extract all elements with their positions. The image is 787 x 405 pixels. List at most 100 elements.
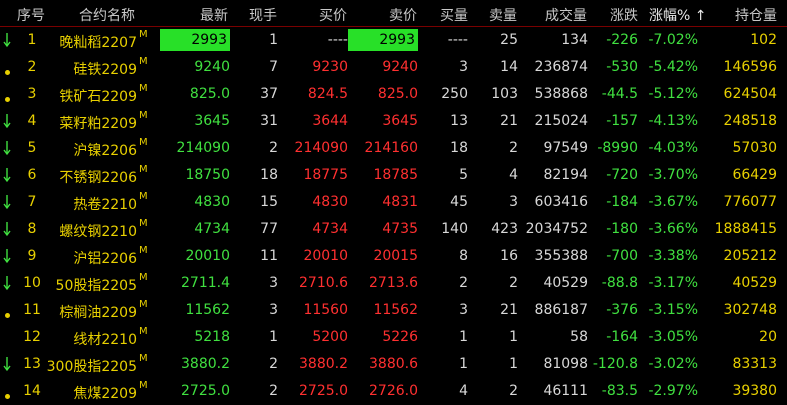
cell-volume: 236874	[534, 59, 588, 75]
table-row[interactable]: 4 菜籽粕2209 M 3645 31 3644 3645 13 21 215024 -157 -4.…	[0, 108, 787, 135]
cell-bid-vol: 45	[450, 194, 468, 210]
table-row[interactable]: 7 热卷2210 M 4830 15 4830 4831 45 3 603416 -184 -3.67…	[0, 189, 787, 216]
contract-name[interactable]: 沪铝2206	[73, 248, 137, 268]
col-name-header[interactable]: 合约名称	[79, 5, 135, 25]
cell-last: 2993	[160, 29, 230, 51]
cell-volume: 46111	[543, 383, 588, 399]
col-bid-header[interactable]: 买价	[319, 5, 347, 25]
table-row[interactable]: 9 沪铝2206 M 20010 11 20010 20015 8 16 355388 -700 -3…	[0, 243, 787, 270]
table-row[interactable]: 10 50股指2205 M 2711.4 3 2710.6 2713.6 2 2 40529 -88…	[0, 270, 787, 297]
main-contract-flag: M	[139, 326, 148, 337]
cell-ask-vol: 21	[500, 113, 518, 129]
cell-ask: 4831	[382, 194, 418, 210]
table-row[interactable]: 13 300股指2205 M 3880.2 2 3880.2 3880.6 1 1 81098 -1…	[0, 351, 787, 378]
col-ask-header[interactable]: 卖价	[389, 5, 417, 25]
row-seq: 9	[27, 248, 37, 264]
cell-change: -88.8	[601, 275, 638, 291]
cell-ask: 9240	[382, 59, 418, 75]
contract-name[interactable]: 线材2210	[73, 329, 137, 349]
cell-bid-vol: 1	[459, 356, 468, 372]
table-row[interactable]: 2 硅铁2209 M 9240 7 9230 9240 3 14 236874 -530 -5.42%…	[0, 54, 787, 81]
main-contract-flag: M	[139, 83, 148, 94]
main-contract-flag: M	[139, 191, 148, 202]
cell-bid-vol: 250	[441, 86, 468, 102]
cell-pct: -5.12%	[648, 86, 698, 102]
cell-ask-vol: 14	[500, 59, 518, 75]
col-volnow-header[interactable]: 现手	[249, 5, 277, 25]
cell-volume: 603416	[534, 194, 588, 210]
col-volume-header[interactable]: 成交量	[545, 5, 587, 25]
table-row[interactable]: 5 沪镍2206 M 214090 2 214090 214160 18 2 97549 -8990…	[0, 135, 787, 162]
contract-name[interactable]: 螺纹钢2210	[59, 221, 137, 241]
cell-volume: 886187	[534, 302, 588, 318]
cell-pct: -2.97%	[648, 383, 698, 399]
down-arrow-icon	[2, 139, 12, 157]
row-seq: 1	[27, 32, 37, 48]
table-row[interactable]: 12 线材2210 M 5218 1 5200 5226 1 1 58 -164 -3.05% 20	[0, 324, 787, 351]
col-pct-header[interactable]: 涨幅% ↑	[649, 5, 707, 25]
cell-change: -83.5	[601, 383, 638, 399]
contract-name[interactable]: 热卷2210	[73, 194, 137, 214]
cell-vol-now: 11	[260, 248, 278, 264]
cell-change: -8990	[597, 140, 638, 156]
cell-pct: -7.02%	[648, 32, 698, 48]
cell-oi: 205212	[723, 248, 777, 264]
cell-pct: -4.03%	[648, 140, 698, 156]
col-change-header[interactable]: 涨跌	[610, 5, 638, 25]
contract-name[interactable]: 硅铁2209	[73, 59, 137, 79]
cell-bid-vol: 2	[459, 275, 468, 291]
cell-volume: 97549	[543, 140, 588, 156]
col-askvol-header[interactable]: 卖量	[489, 5, 517, 25]
cell-last: 18750	[185, 167, 230, 183]
contract-name[interactable]: 300股指2205	[47, 356, 137, 376]
cell-ask-vol: 21	[500, 302, 518, 318]
cell-ask: 5226	[382, 329, 418, 345]
cell-volume: 2034752	[525, 221, 588, 237]
contract-name[interactable]: 沪镍2206	[73, 140, 137, 160]
cell-ask-vol: 2	[509, 383, 518, 399]
down-arrow-icon	[2, 274, 12, 292]
cell-volume: 538868	[534, 86, 588, 102]
cell-volume: 58	[570, 329, 588, 345]
main-contract-flag: M	[139, 353, 148, 364]
cell-pct: -3.70%	[648, 167, 698, 183]
contract-name[interactable]: 菜籽粕2209	[59, 113, 137, 133]
cell-bid-vol: 3	[459, 59, 468, 75]
cell-vol-now: 15	[260, 194, 278, 210]
dot-icon	[2, 58, 12, 76]
col-seq-header[interactable]: 序号	[17, 5, 45, 25]
contract-name[interactable]: 不锈钢2206	[59, 167, 137, 187]
contract-name[interactable]: 棕榈油2209	[59, 302, 137, 322]
cell-ask-vol: 423	[491, 221, 518, 237]
table-row[interactable]: 6 不锈钢2206 M 18750 18 18775 18785 5 4 82194 -720 -3.…	[0, 162, 787, 189]
col-last-header[interactable]: 最新	[200, 5, 228, 25]
table-row[interactable]: 3 铁矿石2209 M 825.0 37 824.5 825.0 250 103 538868 -4…	[0, 81, 787, 108]
cell-ask: 825.0	[377, 86, 418, 102]
contract-name[interactable]: 铁矿石2209	[59, 86, 137, 106]
cell-last: 3645	[194, 113, 230, 129]
contract-name[interactable]: 50股指2205	[56, 275, 137, 295]
dot-icon	[2, 301, 12, 319]
col-bidvol-header[interactable]: 买量	[440, 5, 468, 25]
cell-oi: 1888415	[714, 221, 777, 237]
down-arrow-icon	[2, 247, 12, 265]
cell-pct: -3.02%	[648, 356, 698, 372]
table-row[interactable]: 11 棕榈油2209 M 11562 3 11560 11562 3 21 886187 -376-…	[0, 297, 787, 324]
cell-last: 20010	[185, 248, 230, 264]
cell-ask: 3880.6	[369, 356, 418, 372]
cell-oi: 146596	[723, 59, 777, 75]
cell-bid-vol: 1	[459, 329, 468, 345]
contract-name[interactable]: 晚籼稻2207	[59, 32, 137, 52]
col-oi-header[interactable]: 持仓量	[735, 5, 777, 25]
cell-vol-now: 7	[269, 59, 278, 75]
cell-vol-now: 18	[260, 167, 278, 183]
table-row[interactable]: 14 焦煤2209 M 2725.0 2 2725.0 2726.0 4 2 46111 -83.5…	[0, 378, 787, 405]
table-row[interactable]: 8 螺纹钢2210 M 4734 77 4734 4735 140 423 2034752 -180…	[0, 216, 787, 243]
cell-change: -164	[606, 329, 638, 345]
table-row[interactable]: 1 晚籼稻2207 M 2993 1 ---- 2993 ---- 25 134 -226 -7.02…	[0, 27, 787, 54]
cell-bid-vol: 5	[459, 167, 468, 183]
contract-name[interactable]: 焦煤2209	[73, 383, 137, 403]
cell-vol-now: 3	[269, 302, 278, 318]
down-arrow-icon	[2, 166, 12, 184]
main-contract-flag: M	[139, 29, 148, 40]
